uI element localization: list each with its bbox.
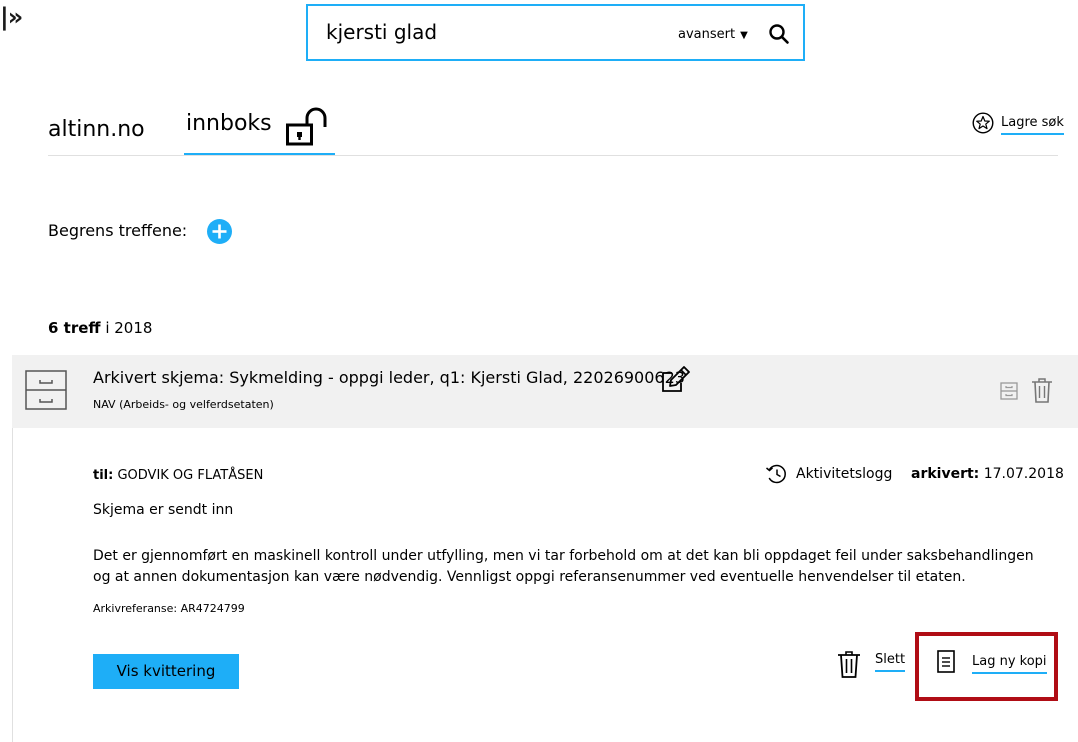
archive-reference: Arkivreferanse: AR4724799 — [93, 602, 245, 615]
star-icon[interactable] — [972, 112, 994, 134]
activity-log-link[interactable]: Aktivitetslogg — [796, 466, 892, 482]
message-card-header[interactable] — [12, 355, 1078, 428]
edit-icon — [662, 366, 690, 392]
expand-sidebar-button[interactable]: |» — [0, 4, 23, 30]
status-text: Skjema er sendt inn — [93, 502, 234, 518]
view-receipt-button[interactable]: Vis kvittering — [93, 654, 239, 689]
advanced-search-label: avansert — [678, 27, 736, 42]
message-description: Det er gjennomført en maskinell kontroll… — [93, 548, 1034, 585]
delete-link[interactable]: Slett — [875, 652, 906, 672]
result-count: 6 treff i 2018 — [48, 319, 152, 337]
trash-icon[interactable] — [1031, 377, 1053, 403]
message-title[interactable]: Arkivert skjema: Sykmelding - oppgi lede… — [93, 368, 685, 387]
archived-label: arkivert: — [911, 466, 980, 482]
archived-date: arkivert: 17.07.2018 — [911, 466, 1064, 482]
history-icon[interactable] — [765, 463, 787, 485]
caret-down-icon: ▼ — [740, 30, 748, 41]
archive-box-icon — [25, 370, 67, 410]
recipient-value: GODVIK OG FLATÅSEN — [113, 468, 264, 483]
save-search-link[interactable]: Lagre søk — [1001, 115, 1064, 135]
archived-date-value: 17.07.2018 — [979, 466, 1064, 482]
search-box[interactable]: kjersti glad avansert ▼ — [306, 4, 805, 61]
advanced-search-toggle[interactable]: avansert ▼ — [678, 27, 748, 42]
search-icon[interactable] — [768, 23, 790, 45]
highlight-box — [915, 632, 1058, 701]
filter-label: Begrens treffene: — [48, 221, 188, 240]
nav-divider — [48, 155, 1058, 156]
plus-icon[interactable] — [207, 219, 232, 244]
unlocked-padlock-icon — [286, 107, 327, 146]
trash-icon[interactable] — [837, 650, 861, 678]
tab-innboks[interactable]: innboks — [186, 111, 272, 136]
archive-icon[interactable] — [1000, 382, 1018, 400]
result-count-year: i 2018 — [100, 319, 153, 337]
message-sender: NAV (Arbeids- og velferdsetaten) — [93, 398, 274, 411]
result-count-number: 6 treff — [48, 319, 101, 337]
recipient: til: GODVIK OG FLATÅSEN — [93, 468, 263, 483]
tab-altinn[interactable]: altinn.no — [48, 117, 145, 142]
search-input[interactable]: kjersti glad — [326, 20, 437, 44]
recipient-label: til: — [93, 468, 114, 483]
